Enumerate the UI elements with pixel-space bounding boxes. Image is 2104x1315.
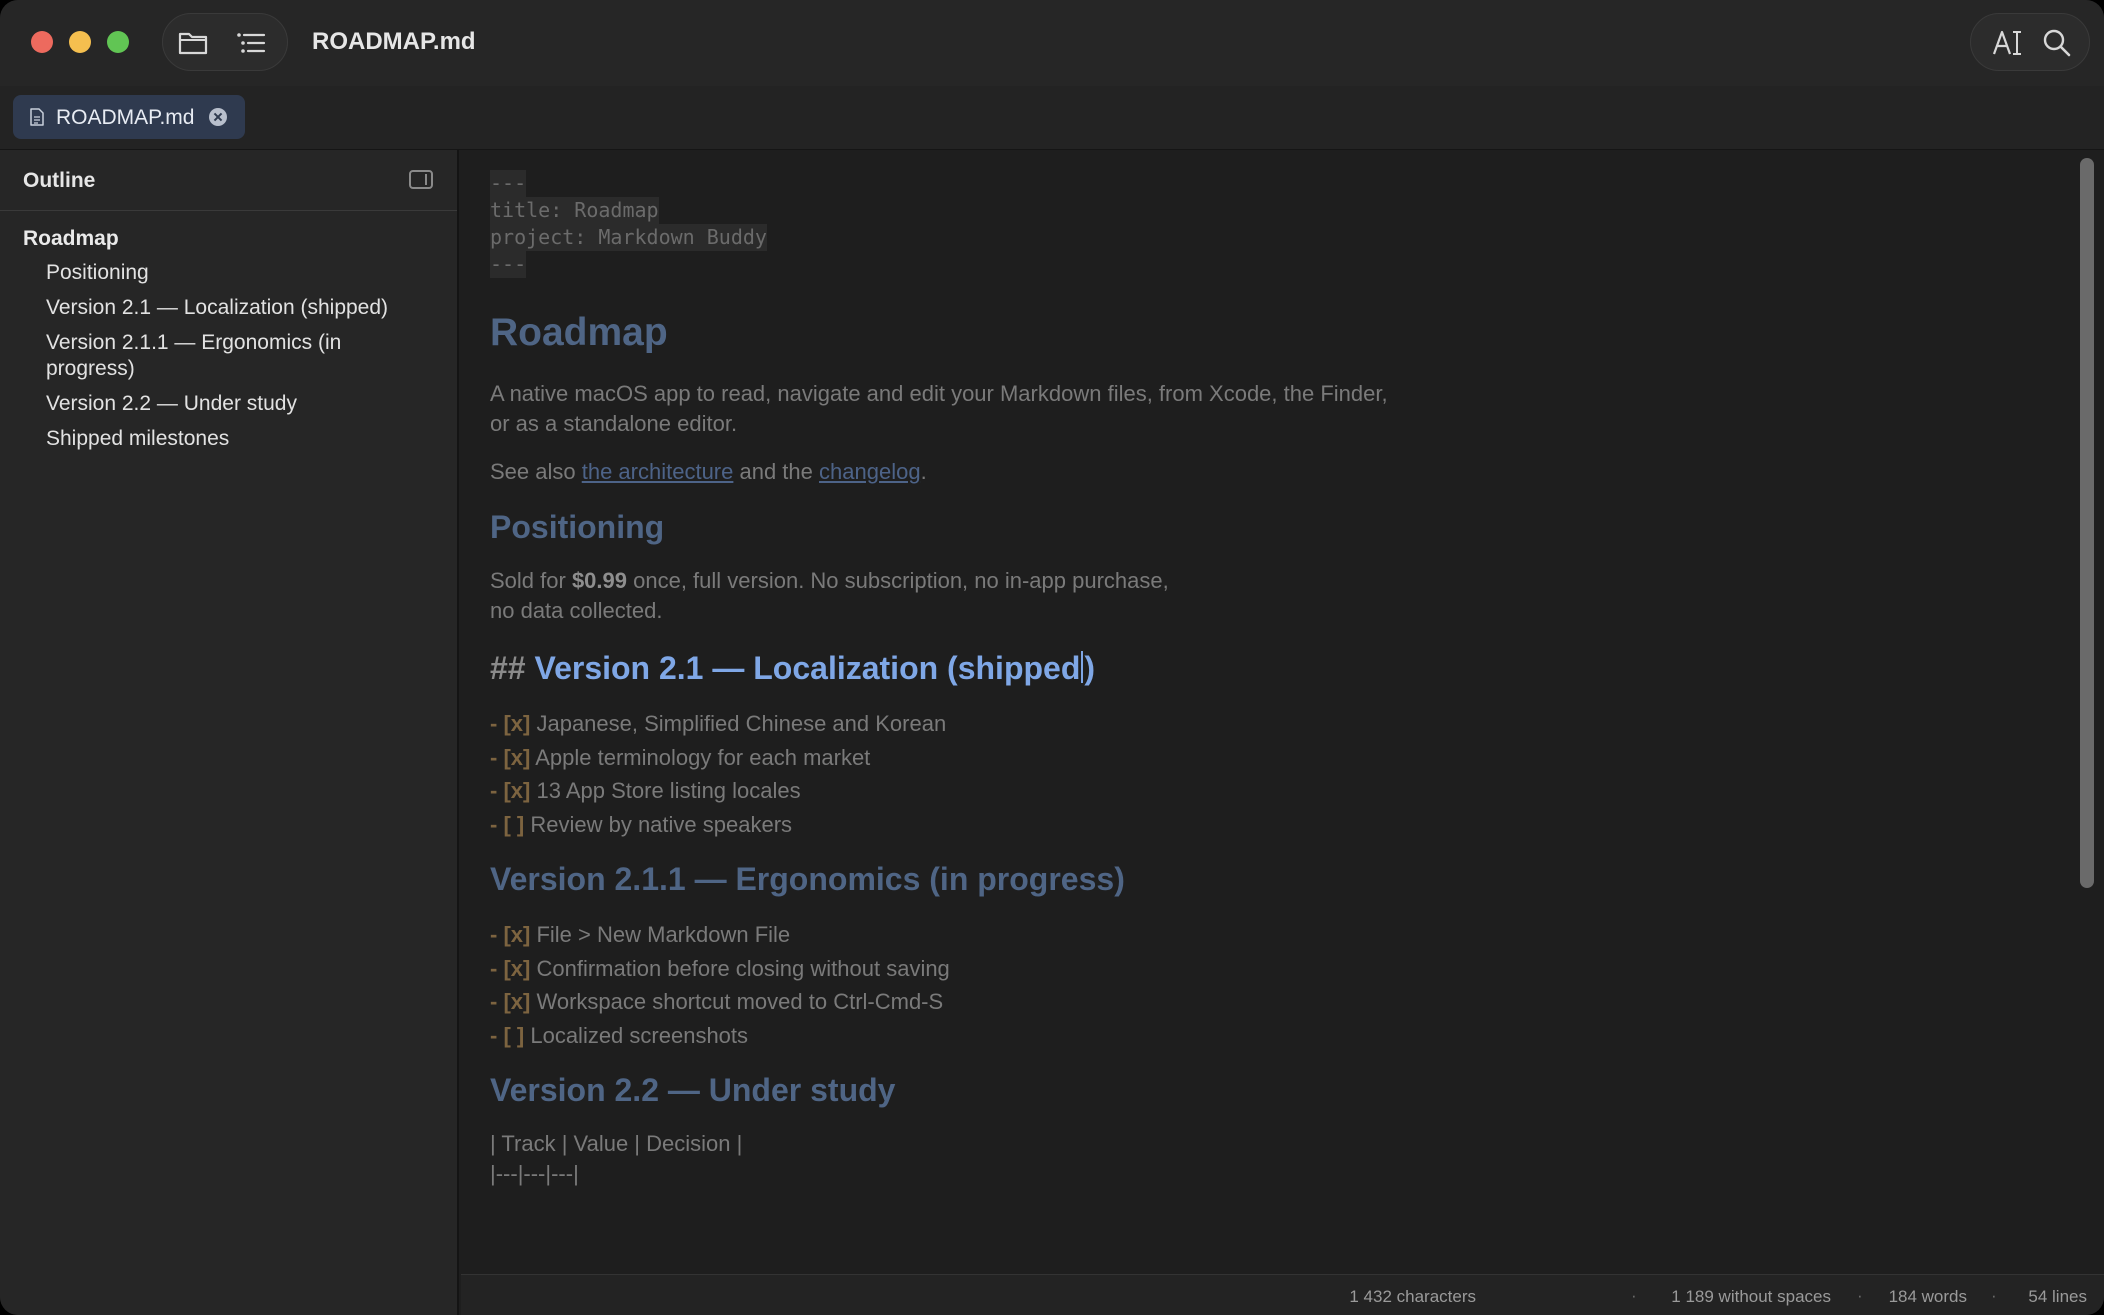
table-header-row: | Track | Value | Decision | xyxy=(490,1131,743,1156)
toggle-outline-button[interactable] xyxy=(235,28,267,58)
frontmatter-line: --- xyxy=(490,170,527,197)
heading-version-2-1-end: ) xyxy=(1084,650,1096,686)
task-checkbox[interactable]: [x] xyxy=(503,922,530,947)
task-checkbox[interactable]: [x] xyxy=(503,956,530,981)
price-text: $0.99 xyxy=(571,568,627,593)
outline-item-version-2-2[interactable]: Version 2.2 — Under study xyxy=(0,391,457,417)
text-format-icon xyxy=(1992,30,2021,55)
status-separator: · xyxy=(1991,1286,1997,1305)
task-item: - [x] Japanese, Simplified Chinese and K… xyxy=(490,711,947,736)
heading-version-2-1-text: Version 2.1 — Localization (shipped xyxy=(534,650,1081,686)
outline-item-shipped-milestones[interactable]: Shipped milestones xyxy=(0,426,457,452)
outline-list: Roadmap Positioning Version 2.1 — Locali… xyxy=(0,226,457,461)
heading-roadmap: Roadmap xyxy=(490,311,668,354)
markdown-editor[interactable]: --- title: Roadmap project: Markdown Bud… xyxy=(461,150,2104,1274)
table-separator-row: |---|---|---| xyxy=(490,1161,579,1186)
open-folder-button[interactable] xyxy=(177,28,209,58)
task-item: - [x] File > New Markdown File xyxy=(490,922,791,947)
heading-marker: ## xyxy=(490,650,526,686)
task-list-version-2-1: - [x] Japanese, Simplified Chinese and K… xyxy=(490,707,1890,841)
status-bar: 1 432 characters · 1 189 without spaces … xyxy=(461,1274,2104,1315)
see-also-paragraph: See also the architecture and the change… xyxy=(490,457,1890,487)
status-separator: · xyxy=(1857,1286,1863,1305)
task-item: - [x] Workspace shortcut moved to Ctrl-C… xyxy=(490,989,944,1014)
task-checkbox[interactable]: [ ] xyxy=(503,1023,524,1048)
title-bar: ROADMAP.md xyxy=(0,0,2104,86)
intro-paragraph: A native macOS app to read, navigate and… xyxy=(490,381,1388,436)
sidebar-toggle-icon[interactable] xyxy=(409,170,433,189)
sidebar-header: Outline xyxy=(0,150,457,211)
frontmatter: --- title: Roadmap project: Markdown Bud… xyxy=(490,170,1890,278)
positioning-text-1: once, full version. No subscription, no … xyxy=(627,568,1169,593)
search-icon xyxy=(2043,29,2071,57)
heading-version-2-2: Version 2.2 — Under study xyxy=(490,1072,896,1108)
outline-item-positioning[interactable]: Positioning xyxy=(0,260,457,286)
minimize-window-button[interactable] xyxy=(69,31,91,53)
task-checkbox[interactable]: [x] xyxy=(503,778,530,803)
task-text: Apple terminology for each market xyxy=(535,744,871,770)
task-text: Confirmation before closing without savi… xyxy=(536,955,950,981)
frontmatter-line: --- xyxy=(490,251,527,278)
folder-icon xyxy=(178,32,208,55)
outline-item-version-2-1-1[interactable]: Version 2.1.1 — Ergonomics (in progress) xyxy=(0,330,457,382)
task-item: - [x] Apple terminology for each market xyxy=(490,744,871,770)
task-text: Review by native speakers xyxy=(530,811,793,837)
task-item: - [x] 13 App Store listing locales xyxy=(490,778,801,803)
frontmatter-line: title: Roadmap xyxy=(490,197,659,224)
changelog-link[interactable]: changelog xyxy=(819,459,921,484)
task-item: - [x] Confirmation before closing withou… xyxy=(490,955,950,981)
positioning-prefix: Sold for xyxy=(490,568,572,593)
text-format-button[interactable] xyxy=(1991,28,2025,58)
close-window-button[interactable] xyxy=(31,31,53,53)
task-checkbox[interactable]: [ ] xyxy=(503,812,524,837)
search-button[interactable] xyxy=(2041,28,2073,58)
task-text: File > New Markdown File xyxy=(536,922,791,947)
see-also-prefix: See also xyxy=(490,459,582,484)
see-also-suffix: . xyxy=(920,459,927,484)
outline-sidebar: Outline Roadmap Positioning Version 2.1 … xyxy=(0,150,459,1315)
task-item: - [ ] Localized screenshots xyxy=(490,1022,749,1048)
sidebar-title: Outline xyxy=(23,169,96,192)
heading-positioning: Positioning xyxy=(490,509,665,545)
editor-scrollbar[interactable] xyxy=(2080,158,2094,888)
tab-label: ROADMAP.md xyxy=(56,106,195,129)
app-window: ROADMAP.md ROADMAP.md Outline Roadmap Po… xyxy=(0,0,2104,1315)
task-checkbox[interactable]: [x] xyxy=(503,711,530,736)
outline-item-version-2-1[interactable]: Version 2.1 — Localization (shipped) xyxy=(0,295,457,321)
toolbar-left-group xyxy=(162,13,288,71)
task-text: Localized screenshots xyxy=(530,1022,749,1048)
task-text: 13 App Store listing locales xyxy=(536,778,801,803)
task-checkbox[interactable]: [x] xyxy=(503,989,530,1014)
outline-item-roadmap[interactable]: Roadmap xyxy=(0,226,457,252)
task-list-version-2-1-1: - [x] File > New Markdown File - [x] Con… xyxy=(490,918,1890,1052)
see-also-middle: and the xyxy=(733,459,820,484)
editor-content: --- title: Roadmap project: Markdown Bud… xyxy=(490,170,1890,1189)
list-icon xyxy=(237,33,266,53)
window-title: ROADMAP.md xyxy=(312,28,476,55)
task-checkbox[interactable]: [x] xyxy=(503,745,530,770)
architecture-link[interactable]: the architecture xyxy=(582,459,734,484)
tab-bar: ROADMAP.md xyxy=(0,86,2104,150)
toolbar-right-group xyxy=(1970,13,2090,71)
tab-roadmap[interactable]: ROADMAP.md xyxy=(13,95,245,139)
positioning-text-2: no data collected. xyxy=(490,598,663,623)
heading-version-2-1: ## Version 2.1 — Localization (shipped) xyxy=(490,650,1890,687)
task-item: - [ ] Review by native speakers xyxy=(490,811,793,837)
tab-close-icon[interactable] xyxy=(209,108,227,126)
task-text: Japanese, Simplified Chinese and Korean xyxy=(536,711,947,736)
document-icon xyxy=(30,108,44,126)
frontmatter-line: project: Markdown Buddy xyxy=(490,224,767,251)
status-separator: · xyxy=(1631,1286,1637,1305)
zoom-window-button[interactable] xyxy=(107,31,129,53)
heading-version-2-1-1: Version 2.1.1 — Ergonomics (in progress) xyxy=(490,861,1125,897)
positioning-paragraph: Sold for $0.99 once, full version. No su… xyxy=(490,566,1890,626)
task-text: Workspace shortcut moved to Ctrl-Cmd-S xyxy=(536,989,944,1014)
